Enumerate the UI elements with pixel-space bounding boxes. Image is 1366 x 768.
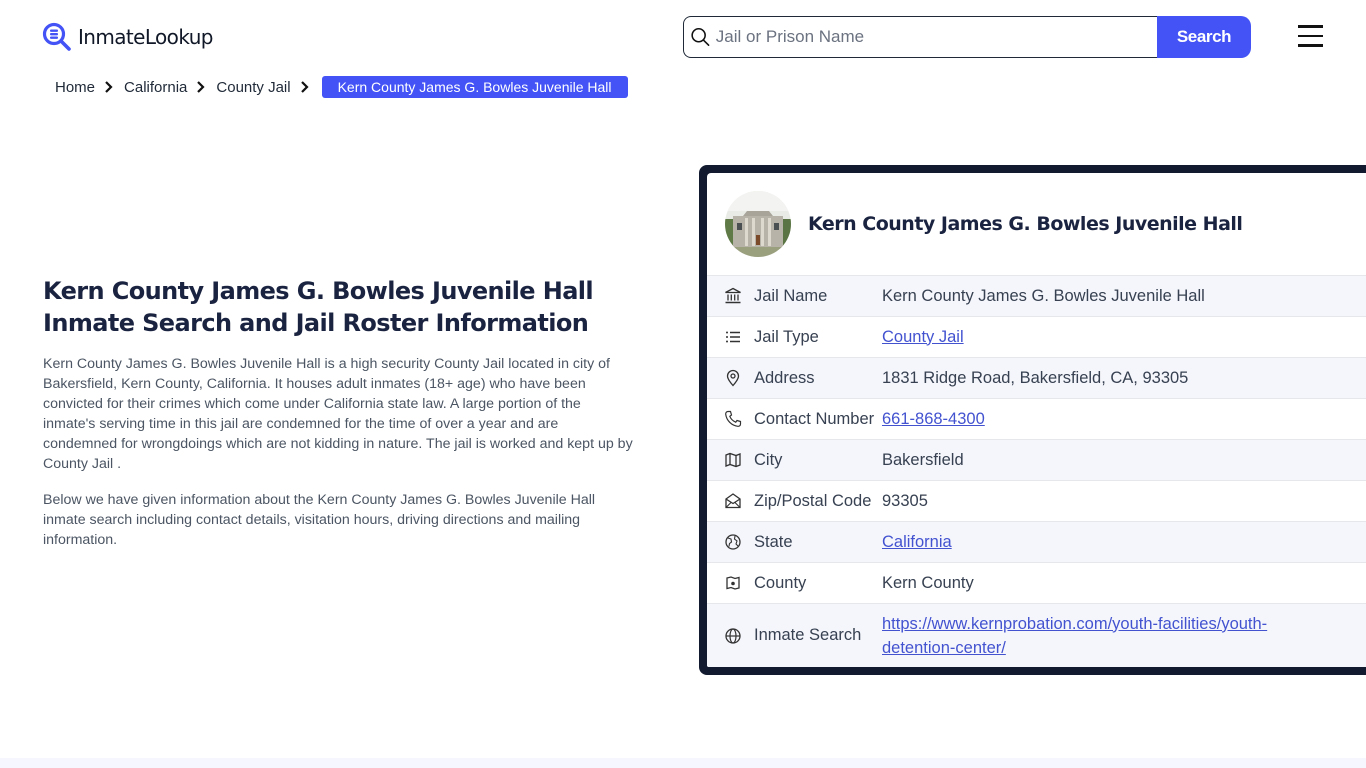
info-paragraph: Below we have given information about th… (43, 492, 596, 548)
chevron-right-icon (105, 81, 113, 93)
chevron-right-icon (300, 81, 309, 93)
search-button[interactable]: Search (1157, 16, 1251, 58)
chevron-right-icon (197, 81, 205, 93)
breadcrumb-current: Kern County James G. Bowles Juvenile Hal… (321, 76, 628, 98)
logo[interactable]: InmateLookup (42, 22, 213, 52)
state-link[interactable]: California (882, 533, 952, 551)
map-icon (725, 452, 741, 468)
info-row-jail-type: Jail Type County Jail (707, 316, 1366, 357)
globe-region-icon (725, 534, 741, 550)
breadcrumb-county-jail[interactable]: County Jail (216, 79, 290, 96)
phone-icon (725, 410, 742, 427)
row-label: Zip/Postal Code (754, 491, 872, 510)
info-row-contact: Contact Number 661-868-4300 (707, 398, 1366, 439)
row-value: Kern County James G. Bowles Juvenile Hal… (882, 286, 1205, 305)
breadcrumb-home[interactable]: Home (55, 79, 95, 96)
card-title: Kern County James G. Bowles Juvenile Hal… (808, 213, 1243, 235)
info-row-city: City Bakersfield (707, 439, 1366, 480)
row-value: 93305 (882, 491, 928, 510)
hamburger-icon[interactable] (1297, 25, 1325, 49)
row-label: Contact Number (754, 409, 875, 428)
breadcrumb: Home California County Jail Kern County … (55, 76, 628, 98)
globe-icon (725, 627, 741, 644)
map-pin-icon (726, 369, 740, 387)
phone-link[interactable]: 661-868-4300 (882, 410, 985, 428)
info-row-address: Address 1831 Ridge Road, Bakersfield, CA… (707, 357, 1366, 398)
row-value: Bakersfield (882, 450, 964, 469)
search-form: Search (683, 16, 1251, 58)
county-map-icon (726, 576, 740, 590)
row-label: State (754, 532, 793, 551)
breadcrumb-california[interactable]: California (124, 79, 187, 96)
info-row-jail-name: Jail Name Kern County James G. Bowles Ju… (707, 275, 1366, 316)
row-label: Jail Type (754, 327, 819, 346)
row-label: Address (754, 368, 815, 387)
search-box (683, 16, 1157, 58)
search-input[interactable] (715, 27, 1157, 47)
bank-building-icon (725, 287, 741, 304)
info-row-zip: Zip/Postal Code 93305 (707, 480, 1366, 521)
magnifier-database-icon (42, 22, 71, 51)
intro-paragraph: Kern County James G. Bowles Juvenile Hal… (43, 356, 633, 472)
info-row-inmate-search: Inmate Search https://www.kernprobation.… (707, 603, 1366, 667)
footer-band (0, 758, 1366, 768)
card-header: Kern County James G. Bowles Juvenile Hal… (707, 173, 1366, 275)
inmate-search-link[interactable]: https://www.kernprobation.com/youth-faci… (882, 615, 1267, 657)
logo-text: InmateLookup (78, 25, 213, 49)
facility-card: Kern County James G. Bowles Juvenile Hal… (699, 165, 1366, 675)
page-title: Kern County James G. Bowles Juvenile Hal… (43, 277, 594, 337)
search-icon (691, 27, 710, 47)
mail-open-icon (725, 493, 741, 509)
row-label: County (754, 573, 807, 592)
row-label: Jail Name (754, 286, 828, 305)
jail-type-link[interactable]: County Jail (882, 328, 964, 346)
facility-photo (725, 191, 791, 257)
row-label: Inmate Search (754, 626, 862, 644)
row-value: 1831 Ridge Road, Bakersfield, CA, 93305 (882, 368, 1189, 387)
list-icon (726, 331, 740, 343)
row-label: City (754, 450, 783, 469)
row-value: Kern County (882, 573, 974, 592)
info-row-county: County Kern County (707, 562, 1366, 603)
info-row-state: State California (707, 521, 1366, 562)
